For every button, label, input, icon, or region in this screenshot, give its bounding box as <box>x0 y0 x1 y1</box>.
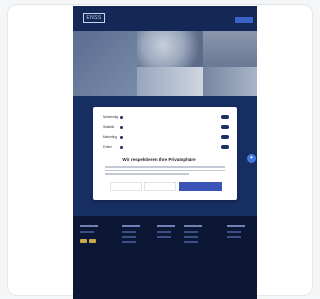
hero-image-side <box>203 31 257 67</box>
site-logo[interactable]: ENSS <box>83 13 105 23</box>
consent-title: Wir respektieren Ihre Privatsphäre <box>122 157 196 162</box>
consent-row-label: Notwendig <box>103 115 119 119</box>
header-cta-button[interactable] <box>235 17 253 23</box>
hero-image-bottom-right <box>203 67 257 96</box>
consent-row-label: Marketing <box>103 135 117 139</box>
hero-image-bottom-left <box>137 67 203 96</box>
consent-row-statistics[interactable]: Statistik <box>103 124 229 130</box>
consent-row-label: Statistik <box>103 125 115 129</box>
consent-description <box>105 166 225 178</box>
payment-icon <box>89 239 96 243</box>
footer-column <box>80 225 98 236</box>
necessary-only-button[interactable] <box>110 182 142 191</box>
consent-toggle[interactable] <box>221 135 229 139</box>
hero-image-main <box>137 31 203 67</box>
footer-column <box>157 225 175 241</box>
accept-all-button[interactable] <box>179 182 222 191</box>
save-selection-button[interactable] <box>144 182 176 191</box>
consent-row-label: Extern <box>103 145 113 149</box>
info-icon[interactable] <box>120 125 123 129</box>
consent-toggle[interactable] <box>221 115 229 119</box>
consent-row-external[interactable]: Extern <box>103 144 229 150</box>
chat-icon[interactable]: ✦ <box>247 154 256 163</box>
info-icon[interactable] <box>120 115 123 119</box>
consent-row-necessary[interactable]: Notwendig <box>103 114 229 120</box>
consent-row-marketing[interactable]: Marketing <box>103 134 229 140</box>
payment-icon <box>80 239 87 243</box>
footer-column <box>184 225 202 246</box>
footer-column <box>227 225 245 241</box>
site-header: ENSS <box>73 6 257 31</box>
footer-column <box>122 225 140 246</box>
info-icon[interactable] <box>120 135 123 139</box>
consent-toggle[interactable] <box>221 145 229 149</box>
consent-toggle[interactable] <box>221 125 229 129</box>
info-icon[interactable] <box>120 145 123 149</box>
